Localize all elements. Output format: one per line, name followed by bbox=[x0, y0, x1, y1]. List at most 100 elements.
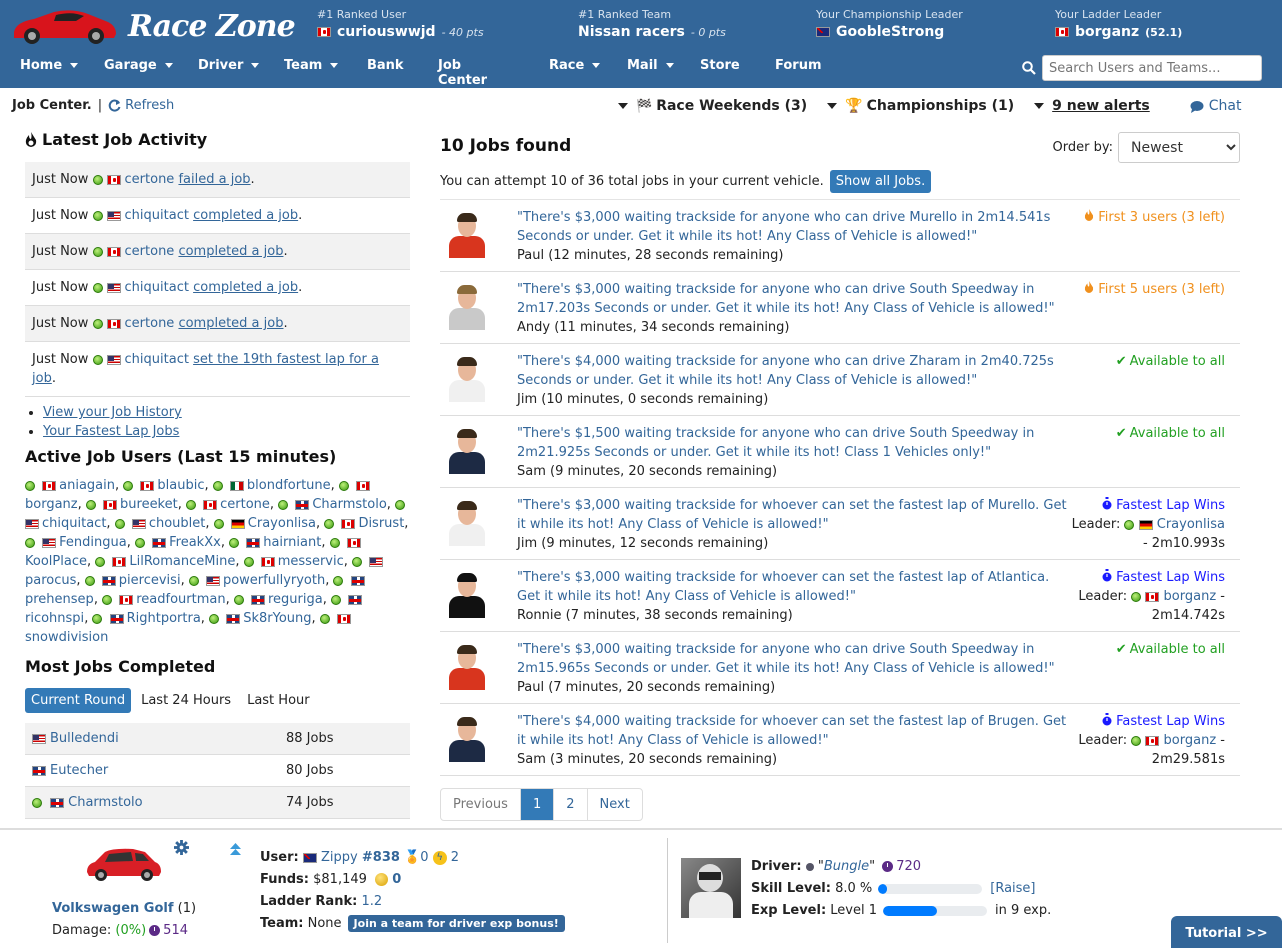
activity-user-link[interactable]: certone bbox=[125, 316, 175, 331]
nav-garage[interactable]: Garage bbox=[104, 58, 173, 73]
tab-last-hour[interactable]: Last Hour bbox=[241, 688, 316, 713]
tab-current-round[interactable]: Current Round bbox=[25, 688, 132, 713]
raise-skill-link[interactable]: [Raise] bbox=[990, 881, 1035, 896]
active-user-link[interactable]: aniagain bbox=[59, 478, 115, 493]
championships-link[interactable]: Championships (1) bbox=[867, 98, 1015, 114]
active-user-link[interactable]: piercevisi bbox=[119, 573, 181, 588]
ranked-user-link[interactable]: curiouswwjd bbox=[337, 24, 436, 40]
nav-race[interactable]: Race bbox=[549, 58, 601, 73]
active-user-link[interactable]: FreakXx bbox=[169, 535, 221, 550]
show-all-jobs-button[interactable]: Show all Jobs. bbox=[829, 170, 932, 193]
job-giver-avatar[interactable] bbox=[447, 644, 487, 690]
page-2[interactable]: 2 bbox=[554, 789, 588, 820]
active-user-link[interactable]: LilRomanceMine bbox=[129, 554, 235, 569]
job-history-link[interactable]: View your Job History bbox=[43, 405, 182, 420]
active-user-link[interactable]: chiquitact bbox=[42, 516, 106, 531]
active-user-link[interactable]: parocus bbox=[25, 573, 76, 588]
refresh-icon[interactable] bbox=[108, 99, 121, 112]
driver-avatar[interactable] bbox=[681, 858, 741, 918]
race-weekends-link[interactable]: Race Weekends (3) bbox=[656, 98, 807, 114]
join-team-badge[interactable]: Join a team for driver exp bonus! bbox=[347, 915, 565, 932]
nav-home[interactable]: Home bbox=[20, 58, 79, 73]
gear-icon[interactable] bbox=[174, 840, 189, 855]
alerts-link[interactable]: 9 new alerts bbox=[1052, 98, 1150, 114]
job-giver-avatar[interactable] bbox=[447, 212, 487, 258]
activity-user-link[interactable]: chiquitact bbox=[125, 352, 189, 367]
job-description-link[interactable]: "There's $3,000 waiting trackside for an… bbox=[517, 210, 1050, 244]
search-icon[interactable] bbox=[1022, 61, 1036, 75]
active-user-link[interactable]: blaubic bbox=[157, 478, 204, 493]
ladder-leader-link[interactable]: borganz bbox=[1075, 24, 1139, 40]
job-giver-avatar[interactable] bbox=[447, 500, 487, 546]
active-user-link[interactable]: snowdivision bbox=[25, 630, 108, 645]
activity-action-link[interactable]: completed a job bbox=[178, 244, 283, 259]
active-user-link[interactable]: Charmstolo bbox=[312, 497, 386, 512]
active-user-link[interactable]: choublet bbox=[149, 516, 206, 531]
refresh-link[interactable]: Refresh bbox=[125, 98, 174, 113]
logo[interactable]: Race Zone bbox=[10, 6, 296, 46]
page-1[interactable]: 1 bbox=[520, 789, 555, 820]
job-giver-avatar[interactable] bbox=[447, 716, 487, 762]
order-by-select[interactable]: Newest bbox=[1118, 132, 1240, 163]
job-description-link[interactable]: "There's $4,000 waiting trackside for wh… bbox=[517, 714, 1066, 748]
activity-user-link[interactable]: certone bbox=[125, 244, 175, 259]
active-user-link[interactable]: hairniant bbox=[263, 535, 321, 550]
chat-link[interactable]: Chat bbox=[1190, 98, 1241, 114]
page-previous[interactable]: Previous bbox=[441, 789, 521, 820]
championship-leader-link[interactable]: GoobleStrong bbox=[836, 24, 944, 40]
vehicle-image[interactable] bbox=[83, 844, 163, 884]
tutorial-button[interactable]: Tutorial >> bbox=[1171, 916, 1282, 948]
medal-count[interactable]: 0 bbox=[420, 850, 428, 865]
nav-store[interactable]: Store bbox=[700, 58, 740, 73]
nav-bank[interactable]: Bank bbox=[367, 58, 404, 73]
vehicle-name-link[interactable]: Volkswagen Golf bbox=[52, 901, 174, 916]
race-weekends-caret-icon[interactable] bbox=[618, 103, 628, 109]
activity-user-link[interactable]: chiquitact bbox=[125, 280, 189, 295]
coin-count[interactable]: 0 bbox=[392, 872, 401, 887]
active-user-link[interactable]: bureeket bbox=[120, 497, 178, 512]
most-jobs-user-link[interactable]: Bulledendi bbox=[50, 731, 119, 746]
ladder-rank-value[interactable]: 1.2 bbox=[361, 894, 382, 909]
active-user-link[interactable]: Fendingua bbox=[59, 535, 127, 550]
activity-user-link[interactable]: certone bbox=[125, 172, 175, 187]
activity-user-link[interactable]: chiquitact bbox=[125, 208, 189, 223]
most-jobs-user-link[interactable]: Eutecher bbox=[50, 763, 108, 778]
leader-name-link[interactable]: borganz bbox=[1164, 733, 1217, 748]
activity-action-link[interactable]: completed a job bbox=[178, 316, 283, 331]
page-next[interactable]: Next bbox=[588, 789, 642, 820]
activity-action-link[interactable]: completed a job bbox=[193, 280, 298, 295]
active-user-link[interactable]: Sk8rYoung bbox=[243, 611, 311, 626]
ranked-team-link[interactable]: Nissan racers bbox=[578, 24, 685, 40]
active-user-link[interactable]: Crayonlisa bbox=[248, 516, 316, 531]
job-description-link[interactable]: "There's $3,000 waiting trackside for wh… bbox=[517, 498, 1067, 532]
tab-last-24-hours[interactable]: Last 24 Hours bbox=[135, 688, 237, 713]
job-giver-avatar[interactable] bbox=[447, 284, 487, 330]
job-giver-avatar[interactable] bbox=[447, 356, 487, 402]
active-user-link[interactable]: KoolPlace bbox=[25, 554, 87, 569]
activity-action-link[interactable]: failed a job bbox=[178, 172, 250, 187]
alerts-caret-icon[interactable] bbox=[1034, 103, 1045, 109]
bolt-count[interactable]: 2 bbox=[451, 850, 459, 865]
search-input[interactable] bbox=[1042, 55, 1262, 81]
active-user-link[interactable]: messervic bbox=[278, 554, 344, 569]
user-name-link[interactable]: Zippy bbox=[321, 850, 358, 865]
nav-mail[interactable]: Mail bbox=[627, 58, 674, 73]
active-user-link[interactable]: borganz bbox=[25, 497, 78, 512]
active-user-link[interactable]: certone bbox=[220, 497, 270, 512]
championships-caret-icon[interactable] bbox=[827, 103, 838, 109]
activity-action-link[interactable]: completed a job bbox=[193, 208, 298, 223]
job-description-link[interactable]: "There's $3,000 waiting trackside for an… bbox=[517, 642, 1055, 676]
driver-name-link[interactable]: Bungle bbox=[824, 859, 869, 874]
nav-forum[interactable]: Forum bbox=[775, 58, 822, 73]
leader-name-link[interactable]: Crayonlisa bbox=[1157, 517, 1225, 532]
active-user-link[interactable]: Rightportra bbox=[127, 611, 201, 626]
active-user-link[interactable]: powerfullyryoth bbox=[223, 573, 325, 588]
job-giver-avatar[interactable] bbox=[447, 428, 487, 474]
active-user-link[interactable]: readfourtman bbox=[136, 592, 225, 607]
most-jobs-user-link[interactable]: Charmstolo bbox=[68, 795, 142, 810]
job-description-link[interactable]: "There's $3,000 waiting trackside for an… bbox=[517, 282, 1055, 316]
job-description-link[interactable]: "There's $1,500 waiting trackside for an… bbox=[517, 426, 1034, 460]
job-giver-avatar[interactable] bbox=[447, 572, 487, 618]
active-user-link[interactable]: ricohnspi bbox=[25, 611, 84, 626]
job-description-link[interactable]: "There's $3,000 waiting trackside for wh… bbox=[517, 570, 1049, 604]
